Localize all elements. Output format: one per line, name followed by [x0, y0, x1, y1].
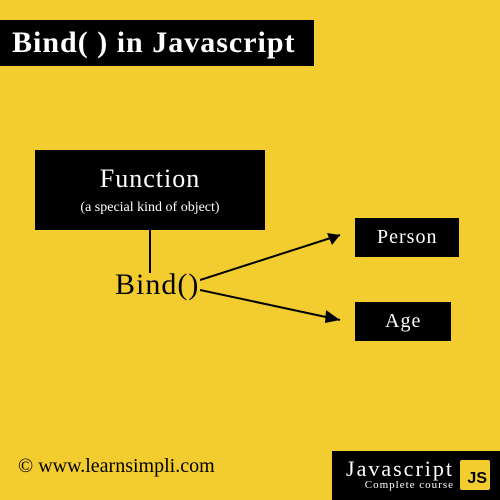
- footer-title: Javascript: [346, 457, 454, 480]
- target-box-age: Age: [355, 302, 451, 341]
- arrow-to-person: [200, 225, 360, 285]
- credit-text: © www.learnsimpli.com: [18, 455, 215, 478]
- target-box-person: Person: [355, 218, 459, 257]
- connector-line: [149, 225, 151, 273]
- page-title: Bind( ) in Javascript: [0, 20, 314, 66]
- function-box: Function (a special kind of object): [35, 150, 265, 230]
- footer-text: Javascript Complete course: [346, 457, 454, 492]
- footer-badge: Javascript Complete course JS: [332, 451, 500, 500]
- footer-subtitle: Complete course: [346, 480, 454, 492]
- function-box-subtitle: (a special kind of object): [45, 200, 255, 216]
- arrow-to-age: [200, 285, 360, 335]
- function-box-title: Function: [45, 164, 255, 194]
- js-icon: JS: [460, 460, 490, 490]
- bind-method-label: Bind(): [115, 268, 199, 302]
